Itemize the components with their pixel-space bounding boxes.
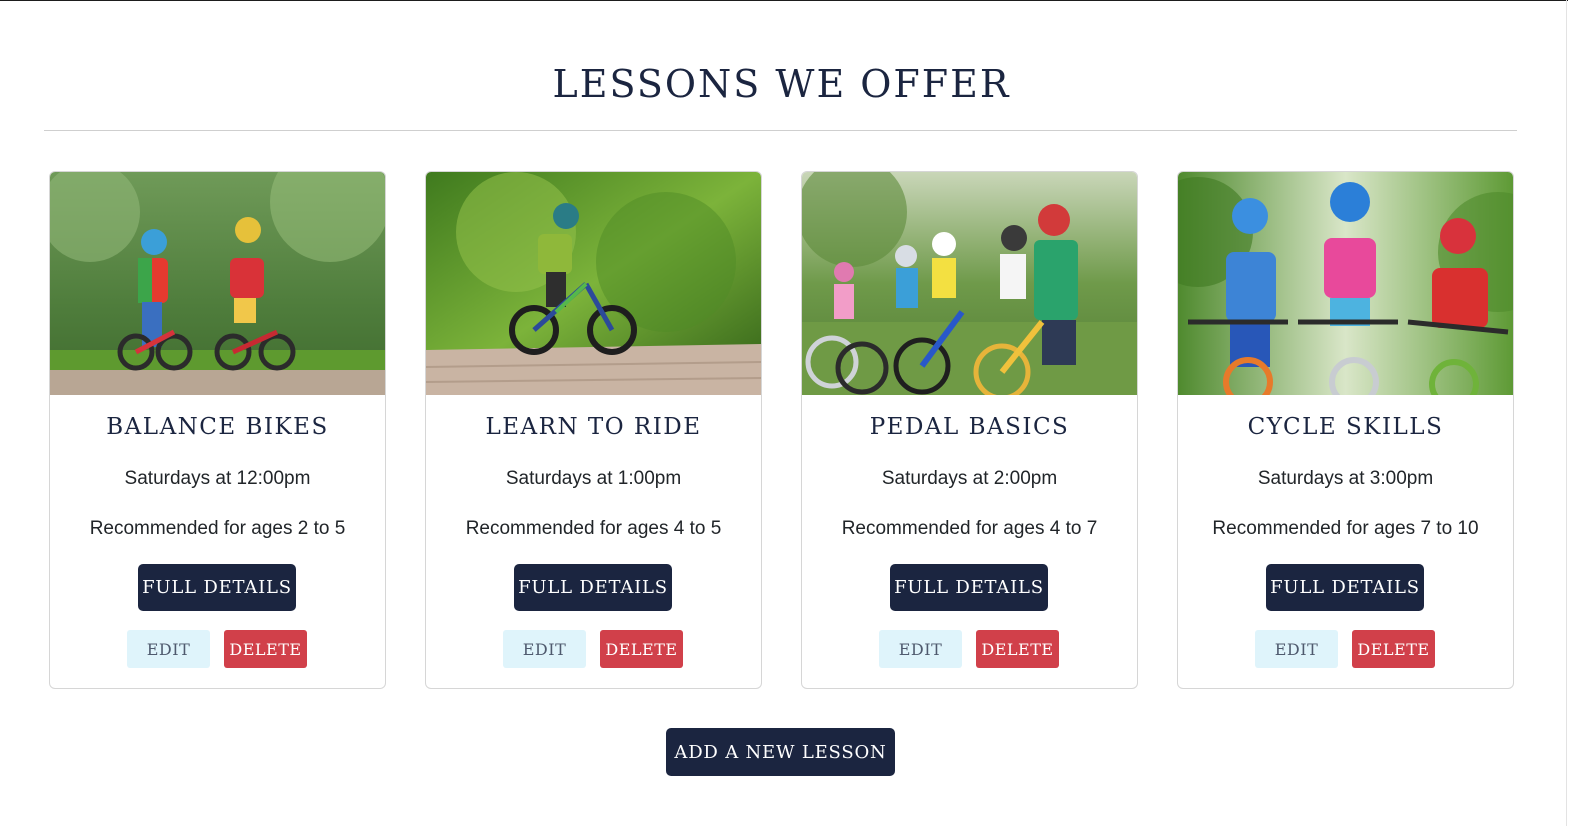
full-details-button[interactable]: FULL DETAILS xyxy=(138,564,296,611)
lesson-image xyxy=(802,172,1137,395)
edit-button[interactable]: EDIT xyxy=(503,630,586,668)
delete-button[interactable]: DELETE xyxy=(224,630,307,668)
learn-to-ride-photo xyxy=(426,172,761,395)
top-border xyxy=(0,0,1568,1)
cycle-skills-photo xyxy=(1178,172,1513,395)
lesson-age-range: Recommended for ages 2 to 5 xyxy=(89,518,346,539)
lesson-schedule: Saturdays at 1:00pm xyxy=(505,468,682,489)
full-details-button[interactable]: FULL DETAILS xyxy=(1266,564,1424,611)
lesson-schedule: Saturdays at 3:00pm xyxy=(1257,468,1434,489)
edit-button[interactable]: EDIT xyxy=(879,630,962,668)
full-details-button[interactable]: FULL DETAILS xyxy=(514,564,672,611)
add-lesson-button[interactable]: ADD A NEW LESSON xyxy=(666,728,895,776)
lesson-title: PEDAL BASICS xyxy=(869,414,1070,440)
lesson-card-balance-bikes: BALANCE BIKES Saturdays at 12:00pm Recom… xyxy=(49,171,386,689)
lesson-image xyxy=(1178,172,1513,395)
page-title: LESSONS WE OFFER xyxy=(552,62,1011,106)
lesson-card-pedal-basics: PEDAL BASICS Saturdays at 2:00pm Recomme… xyxy=(801,171,1138,689)
scrollbar-track xyxy=(1566,0,1567,826)
lesson-title: CYCLE SKILLS xyxy=(1247,414,1444,440)
pedal-basics-photo xyxy=(802,172,1137,395)
lesson-image xyxy=(426,172,761,395)
lesson-title: LEARN TO RIDE xyxy=(485,414,702,440)
edit-button[interactable]: EDIT xyxy=(1255,630,1338,668)
full-details-button[interactable]: FULL DETAILS xyxy=(890,564,1048,611)
title-divider xyxy=(44,130,1517,131)
lesson-image xyxy=(50,172,385,395)
lesson-schedule: Saturdays at 12:00pm xyxy=(124,468,311,489)
lesson-title: BALANCE BIKES xyxy=(106,414,329,440)
lesson-schedule: Saturdays at 2:00pm xyxy=(881,468,1058,489)
delete-button[interactable]: DELETE xyxy=(1352,630,1435,668)
lesson-age-range: Recommended for ages 7 to 10 xyxy=(1212,518,1479,539)
lesson-card-cycle-skills: CYCLE SKILLS Saturdays at 3:00pm Recomme… xyxy=(1177,171,1514,689)
lesson-age-range: Recommended for ages 4 to 7 xyxy=(841,518,1098,539)
edit-button[interactable]: EDIT xyxy=(127,630,210,668)
delete-button[interactable]: DELETE xyxy=(976,630,1059,668)
balance-bikes-photo xyxy=(50,172,385,395)
lesson-age-range: Recommended for ages 4 to 5 xyxy=(465,518,722,539)
lesson-card-learn-to-ride: LEARN TO RIDE Saturdays at 1:00pm Recomm… xyxy=(425,171,762,689)
delete-button[interactable]: DELETE xyxy=(600,630,683,668)
